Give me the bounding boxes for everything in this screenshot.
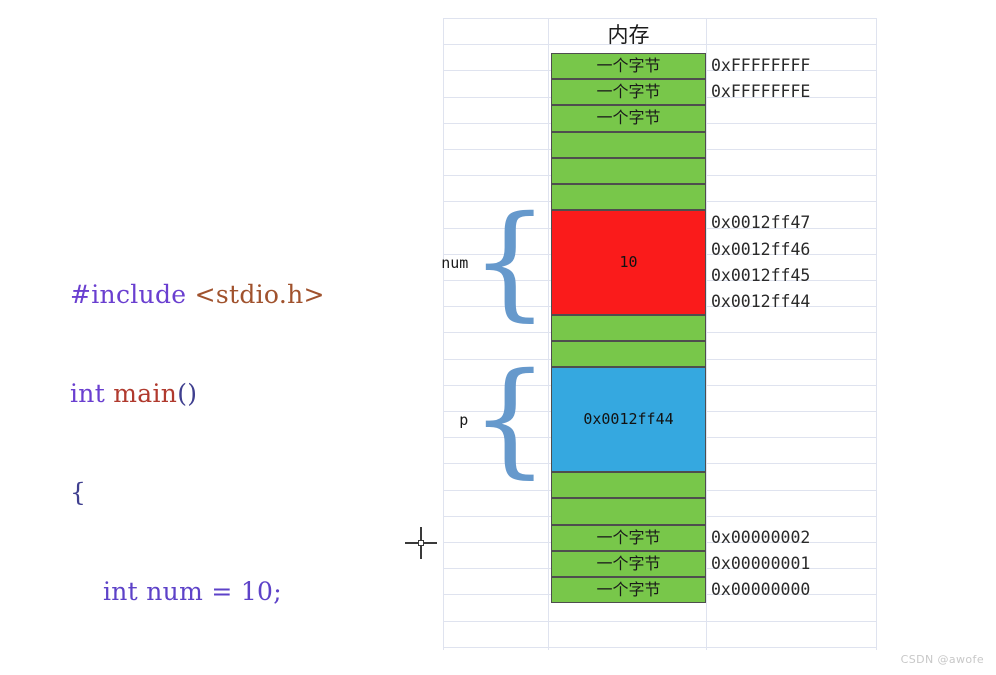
memory-address-label: 0xFFFFFFFE [711, 82, 811, 102]
memory-block-p: 0x0012ff44 [551, 367, 706, 473]
open-brace: { [70, 478, 87, 507]
brace-group-p: p { [459, 347, 549, 492]
code-listing: #include <stdio.h> int main() { int num … [70, 212, 325, 675]
brace-group-num: num { [441, 189, 549, 334]
grid-row-line [443, 621, 876, 622]
memory-byte-cell [551, 341, 706, 368]
function-name-main: main [113, 379, 178, 408]
brace-label-num: num [441, 253, 469, 272]
brace-label-p: p [459, 410, 469, 429]
header-include: <stdio.h> [194, 280, 325, 309]
curly-brace-icon: { [470, 347, 549, 492]
memory-block-num: 10 [551, 210, 706, 315]
curly-brace-icon: { [470, 189, 549, 334]
memory-address-label: 0x0012ff44 [711, 291, 811, 311]
grid-column-line [443, 18, 444, 650]
code-line-2: int main() [70, 377, 325, 410]
memory-byte-cell [551, 498, 706, 525]
parens: () [177, 379, 198, 408]
keyword-int: int [70, 379, 106, 408]
code-line-1: #include <stdio.h> [70, 278, 325, 311]
memory-byte-cell: 一个字节 [551, 53, 706, 80]
cell-label: 一个字节 [596, 553, 661, 573]
memory-byte-cell [551, 131, 706, 158]
memory-byte-cell [551, 184, 706, 211]
statement-declare-num: int num = 10; [70, 577, 282, 606]
cell-label: 一个字节 [596, 108, 661, 128]
memory-address-label: 0x00000000 [711, 580, 811, 600]
preprocessor-directive: #include [70, 280, 187, 309]
cell-label: 10 [619, 253, 638, 272]
memory-address-label: 0x00000001 [711, 553, 811, 573]
grid-column-line [548, 18, 549, 650]
memory-byte-cell [551, 472, 706, 499]
memory-byte-cell [551, 157, 706, 184]
cell-label: 一个字节 [596, 82, 661, 102]
memory-byte-cell: 一个字节 [551, 550, 706, 577]
memory-byte-cell: 一个字节 [551, 105, 706, 132]
memory-byte-cell: 一个字节 [551, 577, 706, 604]
cell-label: 一个字节 [596, 580, 661, 600]
code-line-4: int num = 10; [70, 575, 325, 608]
watermark: CSDN @awofe [900, 653, 984, 666]
crosshair-center [418, 540, 424, 546]
memory-byte-cell: 一个字节 [551, 524, 706, 551]
memory-byte-cell: 一个字节 [551, 79, 706, 106]
memory-address-label: 0x0012ff45 [711, 265, 811, 285]
memory-address-label: 0x0012ff47 [711, 213, 811, 233]
crosshair-icon [405, 527, 437, 559]
code-line-3: { [70, 476, 325, 509]
memory-address-label: 0x00000002 [711, 527, 811, 547]
grid-column-line [876, 18, 877, 650]
grid-row-line [443, 647, 876, 648]
memory-byte-cell [551, 315, 706, 342]
diagram-canvas: 内存 一个字节 一个字节 一个字节 10 0x0012ff44 一个字节 一个字节 一个字节 … [0, 0, 996, 675]
cell-label: 一个字节 [596, 527, 661, 547]
cell-label: 0x0012ff44 [583, 410, 674, 429]
grid-column-line [706, 18, 707, 650]
memory-address-label: 0xFFFFFFFF [711, 56, 811, 76]
grid-row-line [443, 18, 876, 19]
memory-address-label: 0x0012ff46 [711, 239, 811, 259]
memory-column-title: 内存 [607, 23, 650, 47]
cell-label: 一个字节 [596, 56, 661, 76]
